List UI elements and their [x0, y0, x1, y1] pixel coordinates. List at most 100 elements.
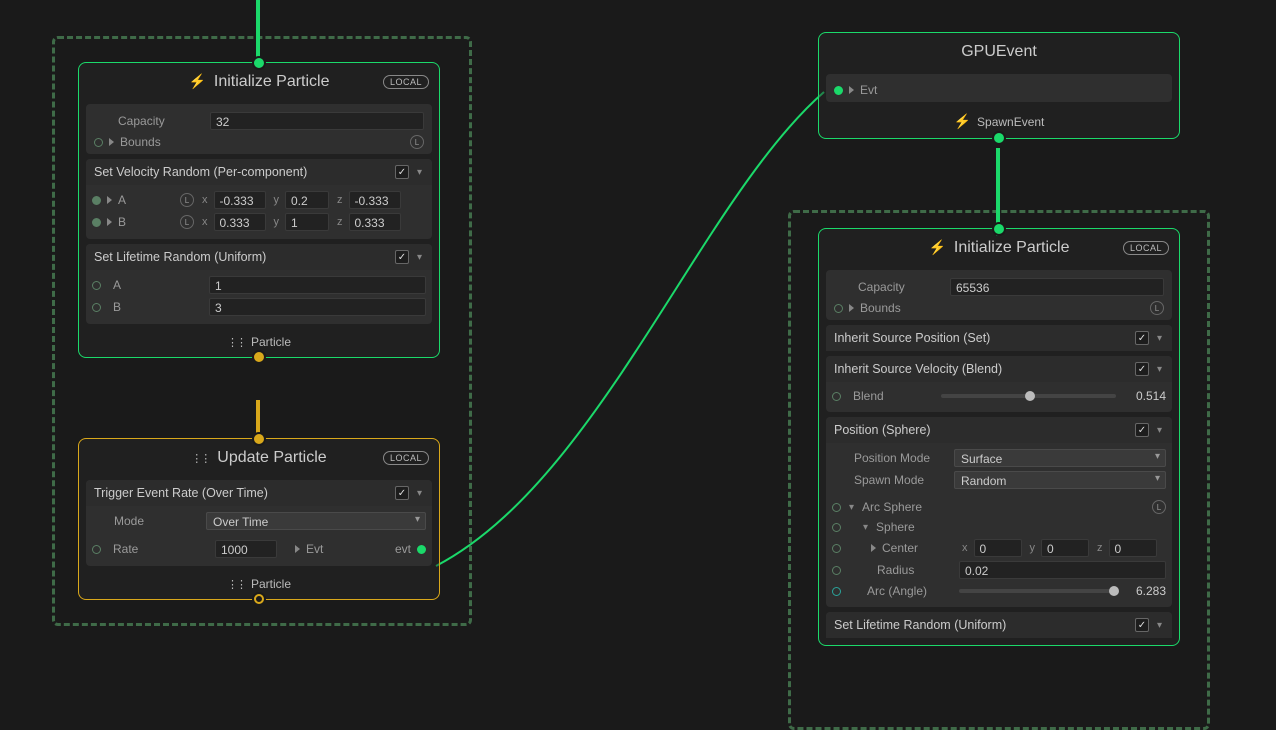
enable-checkbox[interactable]: ✓	[1135, 331, 1149, 345]
expand-icon[interactable]	[107, 218, 112, 226]
blend-slider[interactable]	[941, 394, 1116, 398]
radius-label: Radius	[877, 563, 953, 577]
chevron-down-icon[interactable]: ▾	[1155, 333, 1164, 344]
particle-icon	[227, 577, 245, 591]
expand-icon[interactable]	[871, 544, 876, 552]
arc-slider[interactable]	[959, 589, 1114, 593]
footer-label: Particle	[251, 335, 291, 349]
link-badge[interactable]: L	[180, 193, 194, 207]
bounds-port[interactable]	[94, 138, 103, 147]
radius-field[interactable]: 0.02	[959, 561, 1166, 579]
node-header: GPUEvent	[819, 33, 1179, 69]
link-badge[interactable]: L	[410, 135, 424, 149]
capacity-label: Capacity	[118, 114, 204, 128]
chevron-down-icon[interactable]: ▾	[415, 167, 424, 178]
capacity-field[interactable]: 65536	[950, 278, 1164, 296]
port-in-top[interactable]	[994, 224, 1004, 234]
vel-bz[interactable]: 0.333	[349, 213, 401, 231]
vel-bx[interactable]: 0.333	[214, 213, 266, 231]
vel-az[interactable]: -0.333	[349, 191, 401, 209]
axis-y: y	[274, 216, 280, 228]
node-initialize-particle-1[interactable]: Initialize Particle LOCAL Capacity 32 Bo…	[78, 62, 440, 358]
node-header: Initialize Particle LOCAL	[79, 63, 439, 99]
vel-ay[interactable]: 0.2	[285, 191, 329, 209]
port[interactable]	[832, 566, 841, 575]
evt-out-port[interactable]	[417, 545, 426, 554]
node-title: Initialize Particle	[954, 239, 1070, 257]
label-b: B	[118, 215, 174, 229]
bounds-port[interactable]	[834, 304, 843, 313]
link-badge[interactable]: L	[1152, 500, 1166, 514]
chevron-down-icon[interactable]: ▾	[861, 522, 870, 533]
spawn-mode-label: Spawn Mode	[854, 473, 948, 487]
arrow-icon	[295, 545, 300, 553]
enable-checkbox[interactable]: ✓	[1135, 423, 1149, 437]
node-header: Update Particle LOCAL	[79, 439, 439, 475]
chevron-down-icon[interactable]: ▾	[1155, 620, 1164, 631]
local-badge: LOCAL	[383, 75, 429, 89]
node-title: Initialize Particle	[214, 73, 330, 91]
vel-ax[interactable]: -0.333	[214, 191, 266, 209]
expand-icon[interactable]	[109, 138, 114, 146]
spawn-mode-select[interactable]: Random	[954, 471, 1166, 489]
rate-port[interactable]	[92, 545, 101, 554]
expand-icon[interactable]	[849, 304, 854, 312]
enable-checkbox[interactable]: ✓	[1135, 362, 1149, 376]
block-title: Set Velocity Random (Per-component)	[94, 165, 307, 179]
enable-checkbox[interactable]: ✓	[395, 486, 409, 500]
capacity-field[interactable]: 32	[210, 112, 424, 130]
port-out-bottom[interactable]	[254, 594, 264, 604]
link-badge[interactable]: L	[180, 215, 194, 229]
mode-select[interactable]: Over Time	[206, 512, 426, 530]
particle-icon	[191, 449, 209, 467]
center-x[interactable]: 0	[974, 539, 1022, 557]
chevron-down-icon[interactable]: ▾	[1155, 425, 1164, 436]
blend-port[interactable]	[832, 392, 841, 401]
expand-icon[interactable]	[107, 196, 112, 204]
arc-sphere-label: Arc Sphere	[862, 500, 922, 514]
position-mode-label: Position Mode	[854, 451, 948, 465]
enable-checkbox[interactable]: ✓	[1135, 618, 1149, 632]
node-update-particle[interactable]: Update Particle LOCAL Trigger Event Rate…	[78, 438, 440, 600]
port[interactable]	[92, 218, 101, 227]
port-out-bottom[interactable]	[254, 352, 264, 362]
block-title: Inherit Source Position (Set)	[834, 331, 990, 345]
enable-checkbox[interactable]: ✓	[395, 250, 409, 264]
sphere-label: Sphere	[876, 520, 915, 534]
port[interactable]	[92, 303, 101, 312]
center-y[interactable]: 0	[1041, 539, 1089, 557]
chevron-down-icon[interactable]: ▾	[415, 488, 424, 499]
capacity-label: Capacity	[858, 280, 944, 294]
node-gpuevent[interactable]: GPUEvent Evt SpawnEvent	[818, 32, 1180, 139]
rate-field[interactable]: 1000	[215, 540, 277, 558]
rate-label: Rate	[113, 542, 209, 556]
port[interactable]	[832, 544, 841, 553]
life-b[interactable]: 3	[209, 298, 426, 316]
life-a[interactable]: 1	[209, 276, 426, 294]
block-title: Set Lifetime Random (Uniform)	[94, 250, 266, 264]
port[interactable]	[92, 281, 101, 290]
chevron-down-icon[interactable]: ▾	[415, 252, 424, 263]
label-a: A	[118, 193, 174, 207]
link-badge[interactable]: L	[1150, 301, 1164, 315]
node-initialize-particle-2[interactable]: Initialize Particle LOCAL Capacity 65536…	[818, 228, 1180, 646]
node-header: Initialize Particle LOCAL	[819, 229, 1179, 265]
position-mode-select[interactable]: Surface	[954, 449, 1166, 467]
port-out-bottom[interactable]	[994, 133, 1004, 143]
chevron-down-icon[interactable]: ▾	[847, 502, 856, 513]
port[interactable]	[832, 523, 841, 532]
axis-z: z	[1097, 542, 1103, 554]
port[interactable]	[832, 587, 841, 596]
center-z[interactable]: 0	[1109, 539, 1157, 557]
vel-by[interactable]: 1	[285, 213, 329, 231]
axis-y: y	[1030, 542, 1036, 554]
evt-port[interactable]	[834, 86, 843, 95]
port[interactable]	[92, 196, 101, 205]
port-in-top[interactable]	[254, 58, 264, 68]
center-label: Center	[882, 541, 954, 555]
chevron-down-icon[interactable]: ▾	[1155, 364, 1164, 375]
port-in-top[interactable]	[254, 434, 264, 444]
evt-in-label: Evt	[306, 542, 323, 556]
enable-checkbox[interactable]: ✓	[395, 165, 409, 179]
port[interactable]	[832, 503, 841, 512]
